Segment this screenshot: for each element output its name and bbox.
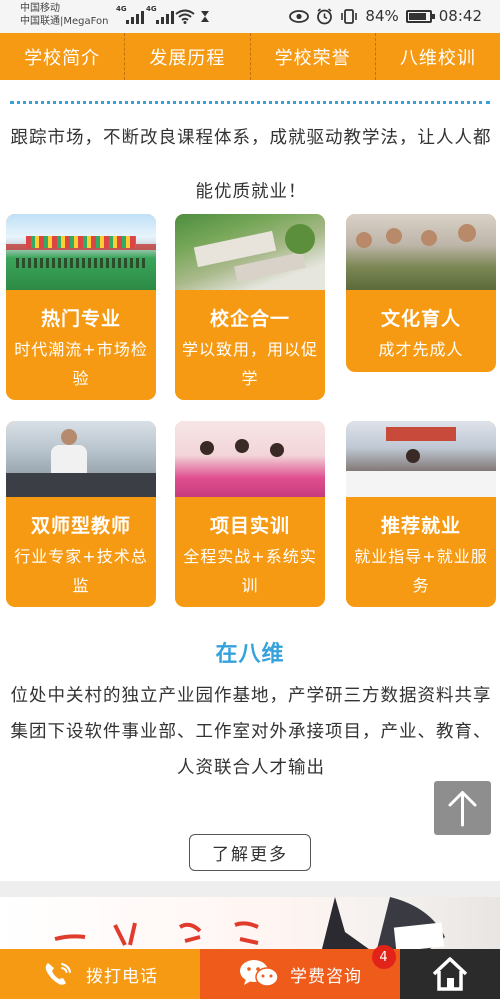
consult-label: 学费咨询	[290, 966, 362, 987]
card-title: 校企合一	[209, 308, 290, 330]
card-title: 双师型教师	[30, 515, 131, 537]
card-desc: 成才先成人	[378, 340, 464, 359]
divider	[10, 101, 490, 104]
signal-icon: 4G	[116, 5, 144, 24]
card-desc: 学以致用，用以促学	[181, 340, 318, 388]
phone-icon	[45, 963, 71, 985]
wechat-icon	[240, 960, 279, 987]
section-text: 位处中关村的独立产业园作基地，产学研三方数据资料共享 集团下设软件事业部、工作室…	[8, 678, 494, 786]
section-title: 在八维	[215, 642, 285, 667]
card-image-parade	[6, 214, 156, 290]
carrier-info: 中国移动 中国联通|MegaFon	[20, 2, 108, 28]
network-type-1: 4G	[116, 5, 127, 13]
battery-icon	[405, 9, 435, 23]
card-title: 热门专业	[40, 308, 121, 330]
battery-percent: 84%	[365, 7, 399, 25]
arrow-up-icon	[448, 791, 477, 827]
nav-item-school-intro[interactable]: 学校简介	[0, 33, 126, 80]
card-employment[interactable]: 推荐就业 就业指导+就业服务	[346, 421, 496, 607]
status-right: 84% 08:42	[289, 7, 482, 25]
section-line-1: 位处中关村的独立产业园作基地，产学研三方数据资料共享	[10, 686, 492, 706]
vibrate-icon	[341, 8, 358, 24]
card-projects[interactable]: 项目实训 全程实战+系统实训	[175, 421, 325, 607]
call-label: 拨打电话	[86, 966, 158, 987]
card-image-campus-aerial	[175, 214, 325, 290]
tuition-consult-button[interactable]: 学费咨询 4	[200, 945, 400, 999]
carrier-1: 中国移动	[20, 3, 60, 14]
card-title: 推荐就业	[380, 515, 461, 537]
back-to-top-button[interactable]	[434, 781, 491, 835]
call-button[interactable]: 拨打电话	[0, 949, 200, 999]
card-culture[interactable]: 文化育人 成才先成人	[346, 214, 496, 372]
card-image-classroom	[6, 421, 156, 497]
card-hot-majors[interactable]: 热门专业 时代潮流+市场检验	[6, 214, 156, 400]
eye-icon	[289, 9, 310, 23]
nav-item-history[interactable]: 发展历程	[125, 33, 251, 80]
clock: 08:42	[438, 7, 482, 25]
alarm-icon	[317, 7, 333, 24]
top-nav: 学校简介 发展历程 学校荣誉 八维校训	[0, 33, 500, 80]
nav-item-honors[interactable]: 学校荣誉	[251, 33, 376, 80]
wifi-icon	[175, 9, 195, 24]
network-type-2: 4G	[146, 5, 157, 13]
card-title: 项目实训	[209, 515, 290, 537]
card-dual-teachers[interactable]: 双师型教师 行业专家+技术总监	[6, 421, 156, 607]
home-icon	[432, 957, 468, 991]
card-image-office	[346, 421, 496, 497]
bottom-bar: 拨打电话 学费咨询 4	[0, 945, 500, 999]
banner-graphic	[54, 897, 445, 957]
home-button[interactable]	[400, 949, 500, 999]
intro-text: 跟踪市场，不断改良课程体系，成就驱动教学法，让人人都能优质就业！	[10, 128, 492, 202]
card-desc: 行业专家+技术总监	[14, 547, 148, 595]
card-image-team	[175, 421, 325, 497]
card-image-soldiers	[346, 214, 496, 290]
card-school-enterprise[interactable]: 校企合一 学以致用，用以促学	[175, 214, 325, 400]
learn-more-button[interactable]: 了解更多	[189, 834, 311, 871]
banner-image	[0, 897, 500, 957]
clipped-heading	[130, 76, 370, 90]
nav-item-motto[interactable]: 八维校训	[376, 33, 500, 80]
notification-badge: 4	[372, 945, 396, 969]
section-separator	[0, 881, 500, 897]
status-bar: 中国移动 中国联通|MegaFon 4G 4G 84% 08:42	[0, 0, 500, 33]
section-line-2: 集团下设软件事业部、工作室对外承接项目，产业、教育、人资联合人才输出	[10, 722, 492, 778]
card-desc: 时代潮流+市场检验	[14, 340, 148, 388]
card-title: 文化育人	[380, 308, 461, 330]
card-desc: 就业指导+就业服务	[354, 547, 488, 595]
hourglass-icon	[201, 11, 209, 22]
carrier-2: 中国联通|MegaFon	[20, 16, 109, 27]
card-desc: 全程实战+系统实训	[183, 547, 317, 595]
signal-icon-2: 4G	[146, 5, 174, 24]
